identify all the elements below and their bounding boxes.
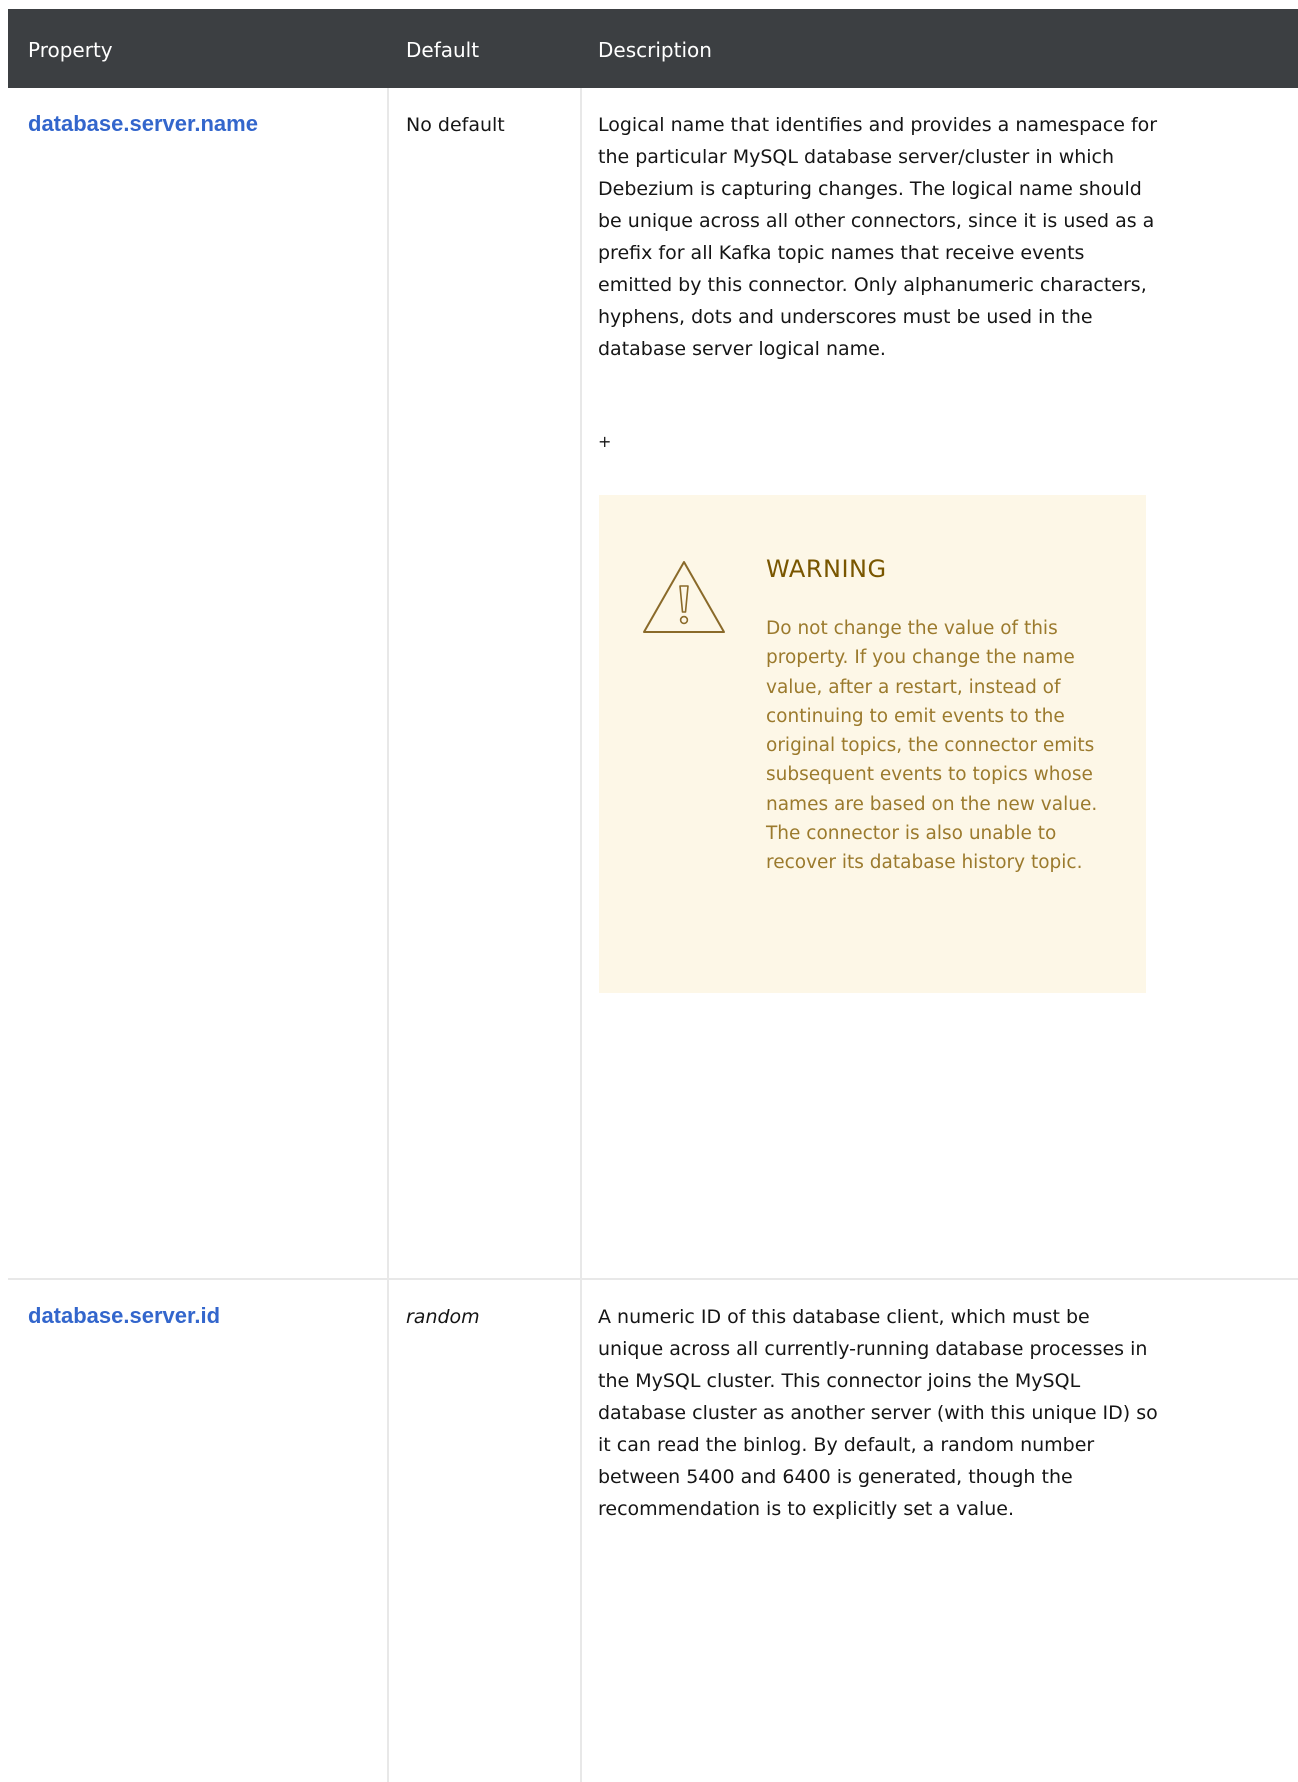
column-divider xyxy=(580,88,582,1782)
warning-text: Do not change the value of this property… xyxy=(766,618,1098,874)
table-header: Property Default Description xyxy=(8,9,1298,88)
header-property: Property xyxy=(28,38,113,62)
continuation-marker: + xyxy=(598,432,612,451)
header-default: Default xyxy=(406,38,480,62)
row-divider xyxy=(8,1278,1298,1280)
property-description: Logical name that identifies and provide… xyxy=(598,114,1158,360)
configuration-properties-table: Property Default Description database.se… xyxy=(8,9,1298,1782)
default-value: No default xyxy=(406,114,505,136)
property-description: A numeric ID of this database client, wh… xyxy=(598,1306,1158,1520)
property-name-link[interactable]: database.server.id xyxy=(28,1300,220,1332)
header-description: Description xyxy=(598,38,712,62)
property-name-link[interactable]: database.server.name xyxy=(28,108,258,140)
warning-triangle-icon xyxy=(643,561,725,633)
default-value: random xyxy=(406,1306,480,1328)
column-divider xyxy=(387,88,389,1782)
warning-admonition: WARNING Do not change the value of this … xyxy=(599,495,1146,993)
warning-title: WARNING xyxy=(766,555,887,583)
